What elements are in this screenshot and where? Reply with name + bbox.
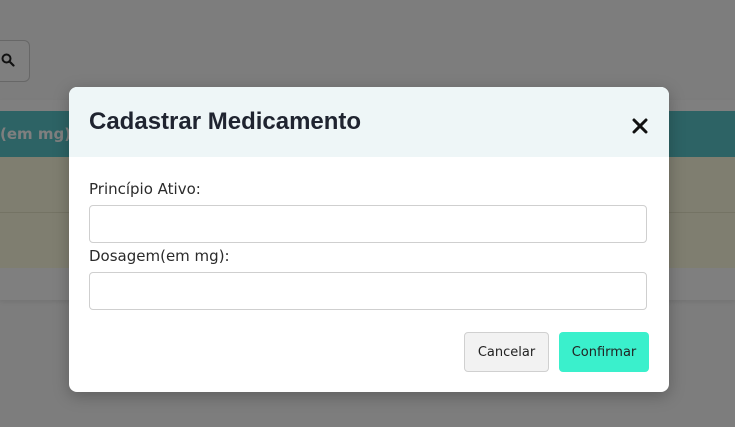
modal-header: Cadastrar Medicamento xyxy=(69,87,669,157)
confirm-button[interactable]: Confirmar xyxy=(559,332,649,372)
close-button[interactable] xyxy=(625,111,655,141)
dosage-input[interactable] xyxy=(89,272,647,310)
cancel-button[interactable]: Cancelar xyxy=(464,332,549,372)
modal-title: Cadastrar Medicamento xyxy=(89,108,362,135)
active-ingredient-input[interactable] xyxy=(89,205,647,243)
active-ingredient-label: Princípio Ativo: xyxy=(89,180,201,198)
close-icon xyxy=(632,118,648,134)
dosage-label: Dosagem(em mg): xyxy=(89,247,230,265)
register-medication-modal: Cadastrar Medicamento Princípio Ativo: D… xyxy=(69,87,669,392)
